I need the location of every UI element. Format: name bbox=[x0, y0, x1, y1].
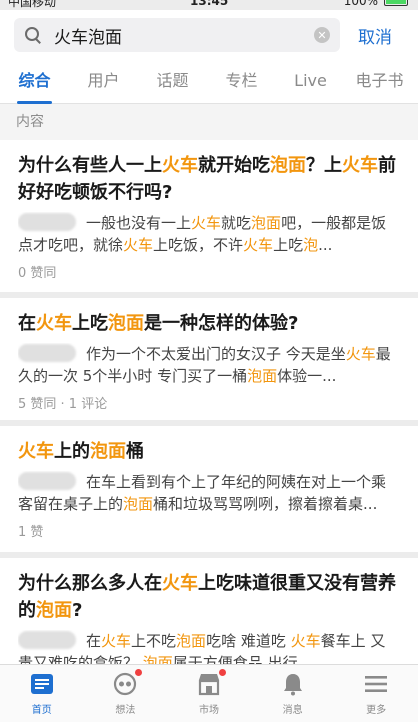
bell-icon bbox=[280, 671, 306, 697]
tab-3[interactable]: 专栏 bbox=[207, 60, 276, 104]
keyword-highlight: 泡面 bbox=[247, 367, 278, 385]
nav-label: 市场 bbox=[198, 705, 219, 716]
keyword-highlight: 泡面 bbox=[270, 155, 306, 176]
keyword-highlight: 泡面 bbox=[108, 313, 144, 334]
nav-item-2[interactable]: 市场 bbox=[167, 665, 251, 722]
clock: 13:45 bbox=[190, 0, 229, 8]
nav-label: 想法 bbox=[115, 705, 136, 716]
keyword-highlight: 火车 bbox=[101, 632, 132, 650]
carrier-label: 中国移动 bbox=[8, 0, 57, 9]
nav-label: 消息 bbox=[282, 705, 303, 716]
keyword-highlight: 泡面 bbox=[123, 495, 154, 513]
keyword-highlight: 火车 bbox=[18, 441, 54, 462]
tab-4[interactable]: Live bbox=[276, 60, 345, 104]
author-name-blurred bbox=[18, 213, 76, 231]
battery-icon bbox=[384, 0, 408, 6]
result-title[interactable]: 为什么有些人一上火车就开始吃泡面？上火车前好好吃顿饭不行吗? bbox=[18, 152, 398, 206]
result-excerpt: 一般也没有一上火车就吃泡面吧，一般都是饭点才吃吧，就徐火车上吃饭，不许火车上吃泡… bbox=[18, 213, 387, 254]
keyword-highlight: 火车 bbox=[162, 573, 198, 594]
tab-2[interactable]: 话题 bbox=[138, 60, 207, 104]
result-excerpt: 作为一个不太爱出门的女汉子 今天是坐火车最久的一次 5个半小时 专门买了一桶泡面… bbox=[18, 344, 391, 385]
keyword-highlight: 火车 bbox=[191, 214, 222, 232]
ideas-icon bbox=[112, 669, 143, 697]
battery-percent: 100% bbox=[343, 0, 378, 8]
result-card[interactable]: 为什么那么多人在火车上吃味道很重又没有营养的泡面? 在火车上不吃泡面吃啥 难道吃 … bbox=[0, 558, 418, 672]
search-icon bbox=[24, 26, 42, 44]
keyword-highlight: 火车 bbox=[162, 155, 198, 176]
result-excerpt: 在车上看到有个上了年纪的阿姨在对上一个乘客留在桌子上的泡面桶和垃圾骂骂咧咧，擦着… bbox=[18, 472, 387, 513]
keyword-highlight: 火车 bbox=[243, 236, 274, 254]
status-bar: 中国移动 13:45 100% bbox=[0, 0, 418, 10]
nav-label: 更多 bbox=[366, 705, 387, 716]
result-title[interactable]: 为什么那么多人在火车上吃味道很重又没有营养的泡面? bbox=[18, 570, 398, 624]
keyword-highlight: 泡 bbox=[303, 236, 319, 254]
result-card[interactable]: 火车上的泡面桶在车上看到有个上了年纪的阿姨在对上一个乘客留在桌子上的泡面桶和垃圾… bbox=[0, 426, 418, 552]
result-meta: 1 赞 bbox=[18, 525, 44, 540]
keyword-highlight: 火车 bbox=[290, 632, 321, 650]
nav-item-3[interactable]: 消息 bbox=[251, 665, 335, 722]
nav-item-0[interactable]: 首页 bbox=[0, 665, 84, 722]
notification-dot bbox=[135, 669, 143, 676]
clear-icon[interactable]: ✕ bbox=[314, 27, 330, 43]
result-meta: 5 赞同 · 1 评论 bbox=[18, 397, 108, 412]
keyword-highlight: 泡面 bbox=[90, 441, 126, 462]
keyword-highlight: 泡面 bbox=[176, 632, 207, 650]
result-title[interactable]: 在火车上吃泡面是一种怎样的体验? bbox=[18, 310, 398, 337]
status-right: 100% bbox=[344, 0, 408, 8]
search-input[interactable] bbox=[54, 25, 314, 45]
nav-item-1[interactable]: 想法 bbox=[84, 665, 168, 722]
search-header: ✕ 取消 bbox=[0, 10, 418, 60]
notification-dot bbox=[218, 669, 226, 676]
result-meta: 0 赞同 bbox=[18, 266, 57, 281]
keyword-highlight: 火车 bbox=[342, 155, 378, 176]
nav-item-4[interactable]: 更多 bbox=[334, 665, 418, 722]
keyword-highlight: 泡面 bbox=[36, 600, 72, 621]
cancel-button[interactable]: 取消 bbox=[358, 23, 392, 48]
search-tabs: 综合 用户 话题 专栏 Live 电子书 bbox=[0, 60, 418, 104]
nav-label: 首页 bbox=[31, 705, 52, 716]
section-label: 内容 bbox=[0, 104, 418, 140]
author-name-blurred bbox=[18, 344, 76, 362]
bottom-nav: 首页 想法 市场 消息 更多 bbox=[0, 664, 418, 722]
result-card[interactable]: 为什么有些人一上火车就开始吃泡面？上火车前好好吃顿饭不行吗? 一般也没有一上火车就… bbox=[0, 140, 418, 292]
keyword-highlight: 火车 bbox=[123, 236, 154, 254]
keyword-highlight: 火车 bbox=[345, 345, 376, 363]
search-box[interactable]: ✕ bbox=[14, 18, 340, 52]
author-name-blurred bbox=[18, 631, 76, 649]
home-icon bbox=[29, 671, 55, 697]
result-title[interactable]: 火车上的泡面桶 bbox=[18, 438, 398, 465]
tab-0[interactable]: 综合 bbox=[0, 60, 69, 104]
market-icon bbox=[196, 669, 226, 697]
menu-icon bbox=[363, 671, 389, 697]
keyword-highlight: 泡面 bbox=[251, 214, 282, 232]
author-name-blurred bbox=[18, 472, 76, 490]
result-card[interactable]: 在火车上吃泡面是一种怎样的体验? 作为一个不太爱出门的女汉子 今天是坐火车最久的一… bbox=[0, 298, 418, 420]
keyword-highlight: 火车 bbox=[36, 313, 72, 334]
tab-5[interactable]: 电子书 bbox=[345, 60, 414, 104]
tab-1[interactable]: 用户 bbox=[69, 60, 138, 104]
